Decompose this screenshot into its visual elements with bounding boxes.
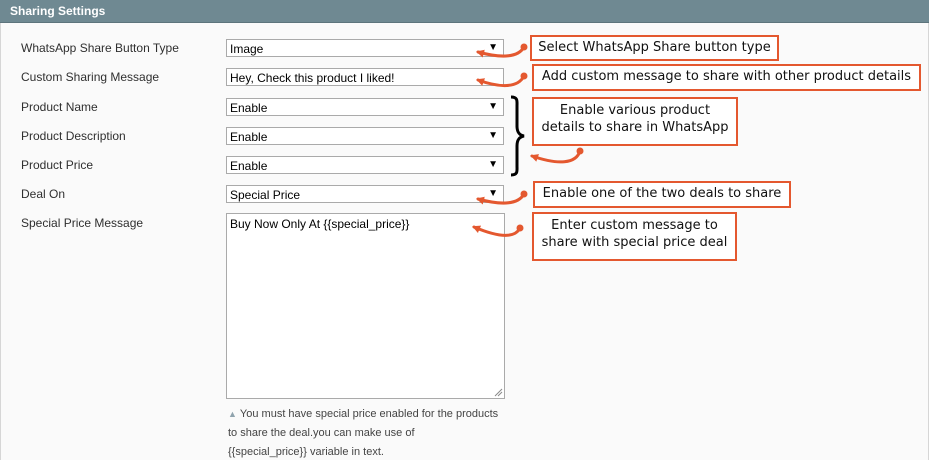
arrow-dot	[520, 43, 528, 51]
callout-deal: Enable one of the two deals to share	[533, 181, 791, 208]
arrow-deal-on	[476, 192, 526, 205]
callout-custom-message-text: Add custom message to share with other p…	[541, 69, 912, 84]
arrow-dot	[520, 72, 528, 80]
arrow-special-message	[472, 225, 522, 237]
callout-custom-message: Add custom message to share with other p…	[532, 64, 921, 91]
arrow-button-type	[476, 45, 526, 58]
callout-special-line-2: share with special price deal	[541, 235, 728, 250]
callout-button-type-text: Select WhatsApp Share button type	[538, 40, 771, 55]
callout-details-line-1: Enable various product	[559, 103, 711, 118]
callout-product-details: Enable various product details to share …	[532, 97, 738, 146]
callout-details-line-2: details to share in WhatsApp	[541, 120, 729, 135]
arrow-dot	[576, 147, 584, 155]
curly-brace	[510, 95, 525, 177]
arrow-custom-message	[476, 74, 526, 87]
arrow-product-details	[530, 149, 582, 164]
callout-special-line-1: Enter custom message to	[551, 218, 718, 233]
arrow-dot	[516, 224, 524, 232]
callout-deal-text: Enable one of the two deals to share	[542, 186, 782, 201]
callout-button-type: Select WhatsApp Share button type	[530, 35, 779, 61]
callout-special-message: Enter custom message to share with speci…	[532, 212, 737, 261]
arrow-dot	[520, 190, 528, 198]
